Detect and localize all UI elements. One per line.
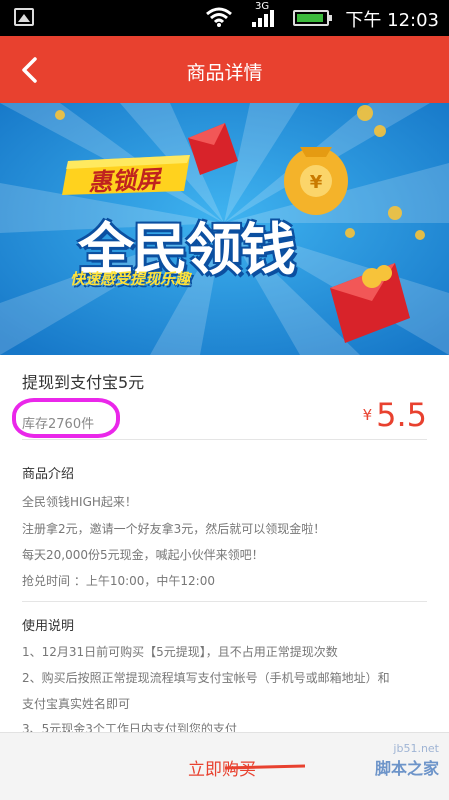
status-bar: 3G 下午 12:03 xyxy=(0,0,449,36)
divider xyxy=(22,439,427,440)
banner-tagline: 快速感受提现乐趣 xyxy=(70,270,191,288)
scribble-mark xyxy=(225,764,305,770)
intro-line: 注册拿2元，邀请一个好友拿3元，然后就可以领现金啦！ xyxy=(22,522,326,536)
price-amount: 5.5 xyxy=(376,396,427,434)
intro-title: 商品介绍 xyxy=(22,467,75,482)
divider xyxy=(22,601,427,602)
stock-count: 库存2760件 xyxy=(22,417,95,432)
promo-banner: ¥ 惠锁屏 全民领钱 快速感受提现乐趣 xyxy=(0,103,449,355)
wifi-icon xyxy=(206,7,232,27)
currency-symbol: ¥ xyxy=(362,406,373,424)
product-price: ¥5.5 xyxy=(363,396,427,434)
intro-line: 抢兑时间 ：上午10:00，中午12:00 xyxy=(22,574,215,588)
usage-line: 支付宝真实姓名即可 xyxy=(22,697,131,711)
usage-title: 使用说明 xyxy=(22,619,75,634)
watermark-site: jb51.net xyxy=(393,742,439,755)
signal-icon xyxy=(252,10,274,27)
usage-line: 1、12月31日前可购买【5元提现】，且不占用正常提现次数 xyxy=(22,645,338,659)
usage-line: 2、购买后按照正常提现流程填写支付宝帐号（手机号或邮箱地址）和 xyxy=(22,671,390,685)
intro-line: 每天20,000份5元现金，喊起小伙伴来领吧！ xyxy=(22,548,264,562)
watermark: jb51.net 脚本之家 xyxy=(375,742,439,779)
battery-icon xyxy=(293,10,332,26)
gallery-icon xyxy=(14,8,34,26)
page-title: 商品详情 xyxy=(186,62,263,84)
intro-line: 全民领钱HIGH起来！ xyxy=(22,495,137,509)
nav-bar: 商品详情 xyxy=(0,36,449,103)
banner-brand: 惠锁屏 xyxy=(87,165,161,197)
clock: 下午 12:03 xyxy=(345,10,439,31)
product-name: 提现到支付宝5元 xyxy=(22,373,145,392)
svg-text:¥: ¥ xyxy=(310,172,323,193)
watermark-name: 脚本之家 xyxy=(374,759,439,778)
